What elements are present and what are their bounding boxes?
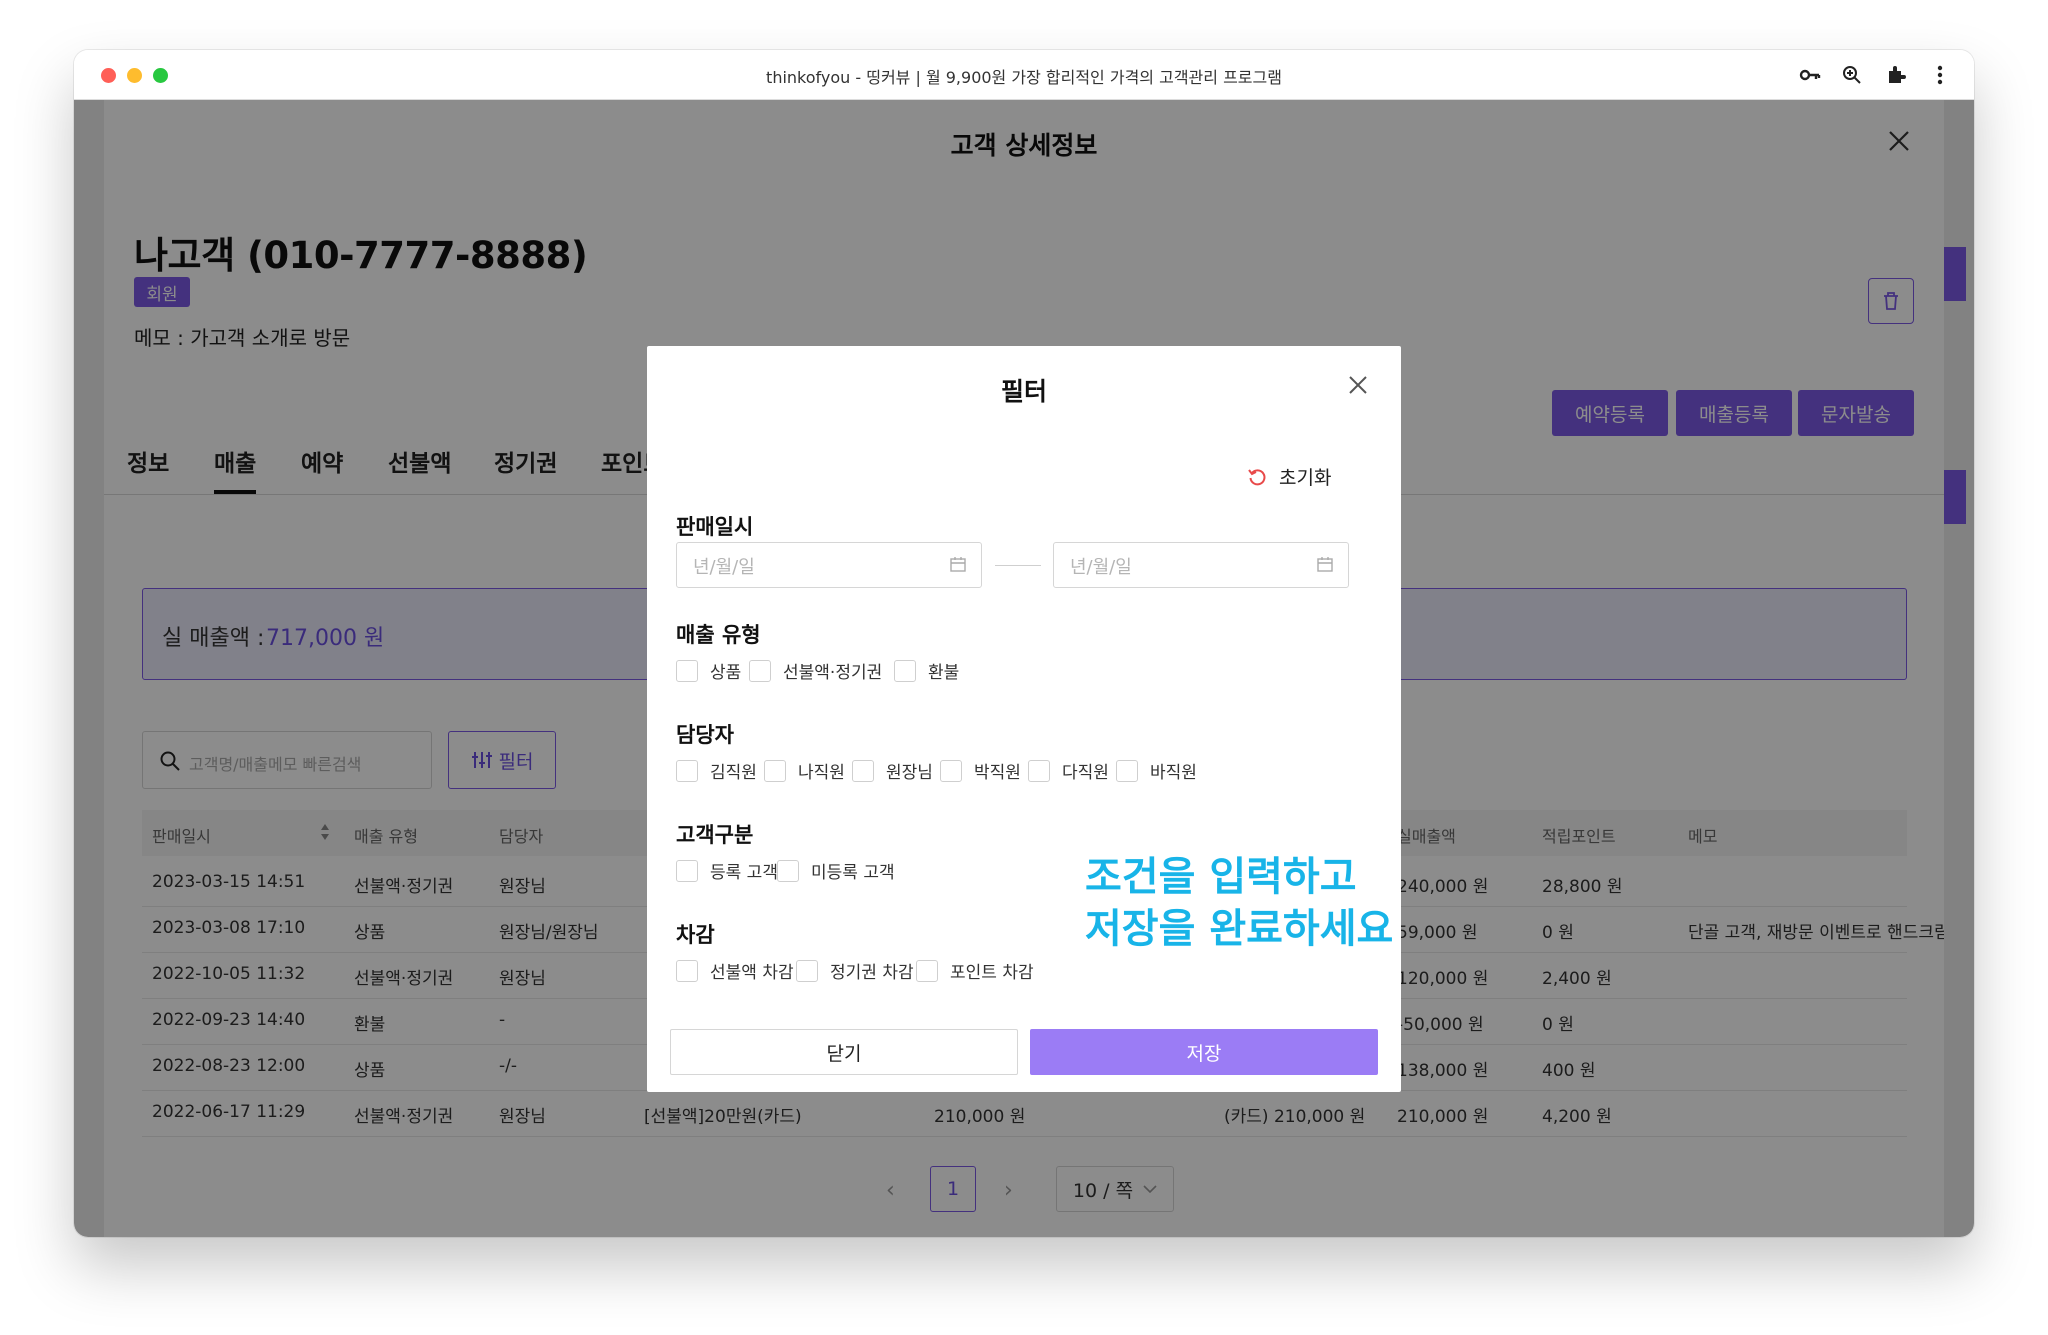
checkbox[interactable]	[749, 659, 771, 682]
filter-modal-title: 필터	[1000, 377, 1047, 406]
extensions-icon[interactable]	[1884, 63, 1908, 87]
sales-type-option[interactable]: 선불액·정기권	[749, 658, 882, 683]
filter-modal: 필터 초기화 판매일시 년/월/일 년/월/일 매출 유형 상품 선불액·정기권…	[647, 346, 1401, 1092]
sales-type-section-label: 매출 유형	[676, 623, 761, 647]
browser-window: thinkofyou - 띵커뷰 | 월 9,900원 가장 합리적인 가격의 …	[74, 50, 1974, 1237]
reset-button[interactable]: 초기화	[1247, 463, 1331, 490]
sales-type-option[interactable]: 환불	[894, 658, 959, 683]
checkbox[interactable]	[796, 959, 818, 982]
staff-option[interactable]: 김직원	[676, 758, 757, 783]
checkbox[interactable]	[764, 759, 786, 782]
staff-section-label: 담당자	[676, 723, 734, 747]
staff-option[interactable]: 원장님	[852, 758, 933, 783]
deduction-option[interactable]: 포인트 차감	[916, 958, 1034, 983]
deduction-section-label: 차감	[676, 923, 715, 947]
end-date-placeholder: 년/월/일	[1070, 557, 1132, 578]
checkbox[interactable]	[676, 759, 698, 782]
window-title: thinkofyou - 띵커뷰 | 월 9,900원 가장 합리적인 가격의 …	[766, 68, 1282, 87]
staff-option[interactable]: 박직원	[940, 758, 1021, 783]
reset-icon	[1248, 468, 1266, 485]
guide-line-2: 저장을 완료하세요	[1085, 906, 1394, 952]
checkbox[interactable]	[852, 759, 874, 782]
sales-type-option[interactable]: 상품	[676, 658, 741, 683]
customer-type-option[interactable]: 미등록 고객	[777, 858, 895, 883]
checkbox[interactable]	[1116, 759, 1138, 782]
calendar-icon	[950, 557, 966, 572]
save-button[interactable]: 저장	[1030, 1029, 1378, 1075]
checkbox[interactable]	[676, 659, 698, 682]
date-range-separator	[995, 565, 1041, 566]
end-date-input[interactable]: 년/월/일	[1053, 542, 1349, 588]
checkbox[interactable]	[676, 959, 698, 982]
checkbox[interactable]	[916, 959, 938, 982]
checkbox[interactable]	[676, 859, 698, 882]
calendar-icon	[1317, 557, 1333, 572]
checkbox[interactable]	[777, 859, 799, 882]
date-section-label: 판매일시	[676, 515, 754, 539]
customer-type-option[interactable]: 등록 고객	[676, 858, 778, 883]
app-viewport: 고객 상세정보 나고객 (010-7777-8888) 회원 메모 : 가고객 …	[74, 100, 1974, 1237]
guide-line-1: 조건을 입력하고	[1085, 854, 1357, 900]
checkbox[interactable]	[894, 659, 916, 682]
customer-type-section-label: 고객구분	[676, 823, 754, 847]
checkbox[interactable]	[1028, 759, 1050, 782]
zoom-icon[interactable]	[1840, 63, 1864, 87]
checkbox[interactable]	[940, 759, 962, 782]
title-bar: thinkofyou - 띵커뷰 | 월 9,900원 가장 합리적인 가격의 …	[74, 50, 1974, 100]
staff-option[interactable]: 바직원	[1116, 758, 1197, 783]
staff-option[interactable]: 나직원	[764, 758, 845, 783]
key-icon[interactable]	[1798, 63, 1822, 87]
staff-option[interactable]: 다직원	[1028, 758, 1109, 783]
start-date-placeholder: 년/월/일	[693, 557, 755, 578]
deduction-option[interactable]: 선불액 차감	[676, 958, 794, 983]
reset-label: 초기화	[1279, 467, 1332, 489]
more-menu-icon[interactable]	[1928, 63, 1952, 87]
close-icon[interactable]	[1347, 374, 1369, 396]
guide-annotation: 조건을 입력하고 저장을 완료하세요	[1085, 851, 1401, 955]
deduction-option[interactable]: 정기권 차감	[796, 958, 914, 983]
start-date-input[interactable]: 년/월/일	[676, 542, 982, 588]
close-button[interactable]: 닫기	[670, 1029, 1018, 1075]
